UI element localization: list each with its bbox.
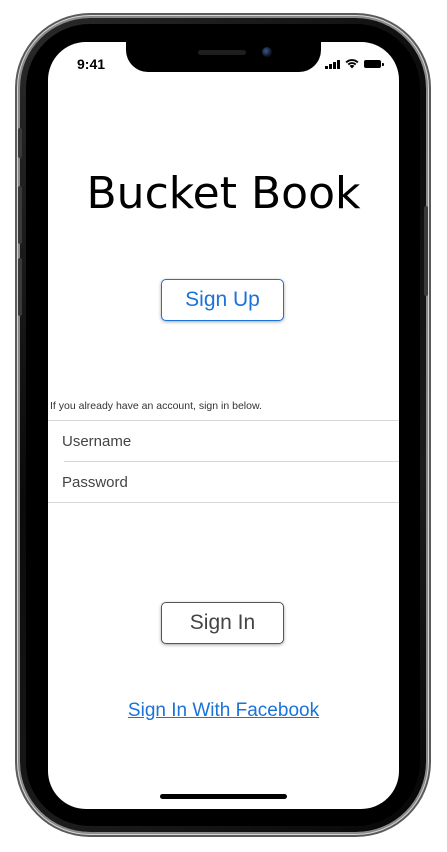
- wifi-icon: [345, 59, 359, 69]
- phone-screen: 9:41 Bucket Book Sign Up If you already …: [48, 42, 399, 809]
- password-row: [48, 462, 399, 503]
- username-field[interactable]: [62, 421, 382, 461]
- speaker-grille: [198, 50, 246, 55]
- volume-down-button: [18, 258, 22, 316]
- front-camera-icon: [262, 47, 272, 57]
- notch: [126, 42, 321, 72]
- status-icons: [325, 57, 384, 69]
- app-title: Bucket Book: [86, 168, 361, 219]
- password-field[interactable]: [62, 462, 382, 502]
- power-button: [424, 206, 428, 296]
- status-time: 9:41: [77, 56, 106, 72]
- battery-icon: [364, 60, 384, 68]
- volume-up-button: [18, 186, 22, 244]
- facebook-sign-in-link[interactable]: Sign In With Facebook: [48, 700, 399, 722]
- sign-in-hint: If you already have an account, sign in …: [50, 400, 262, 412]
- username-row: [48, 420, 399, 461]
- cellular-signal-icon: [325, 59, 340, 69]
- sign-in-button[interactable]: Sign In: [161, 602, 284, 644]
- sign-up-button[interactable]: Sign Up: [161, 279, 284, 321]
- home-indicator[interactable]: [160, 794, 287, 799]
- mute-switch: [18, 128, 22, 158]
